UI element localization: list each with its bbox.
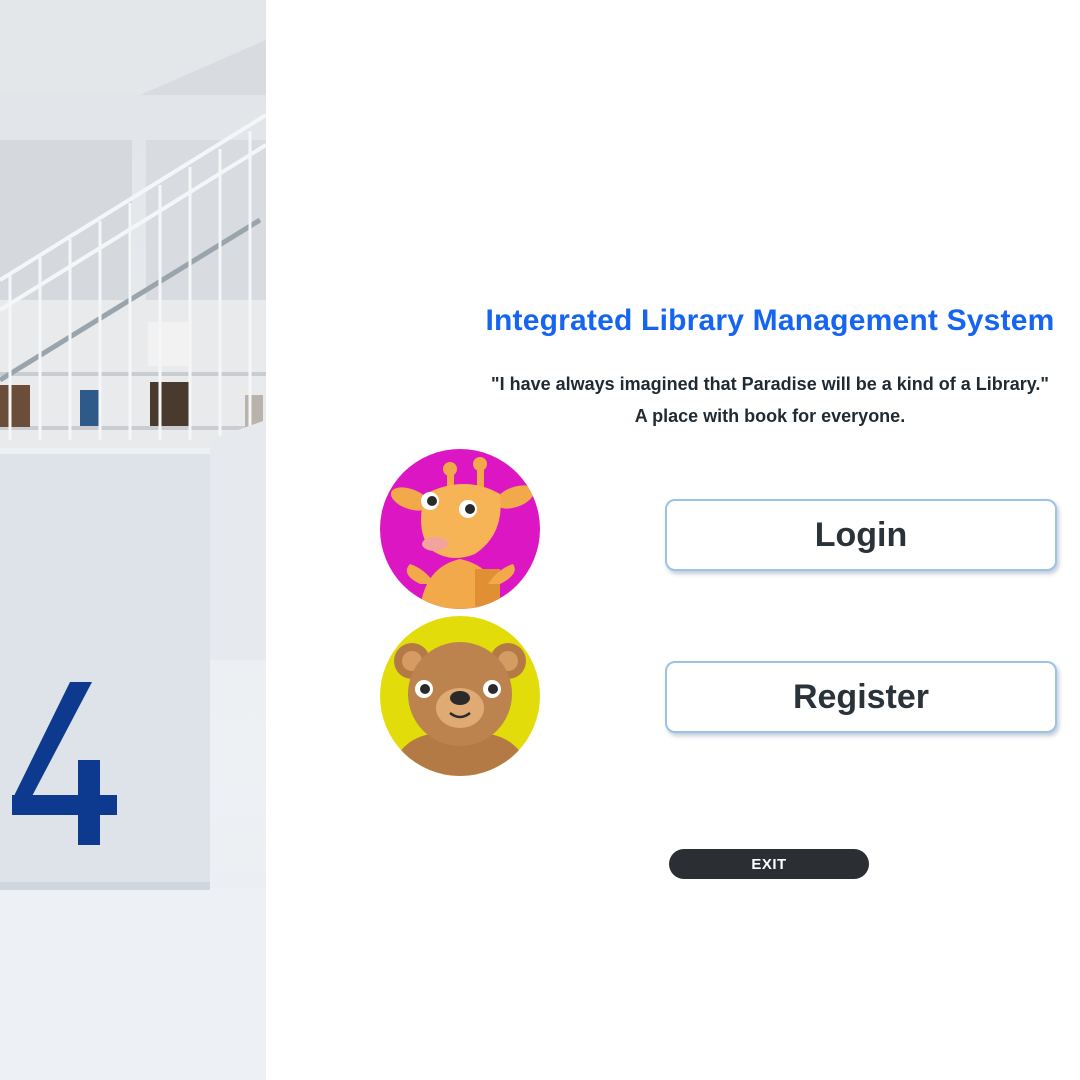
quote-line-2: A place with book for everyone. (634, 406, 906, 426)
giraffe-avatar (380, 449, 540, 609)
bear-avatar (380, 616, 540, 776)
quote-line-1: "I have always imagined that Paradise wi… (491, 374, 1049, 394)
register-button[interactable]: Register (665, 661, 1057, 733)
library-photo (0, 0, 266, 1080)
exit-button[interactable]: EXIT (669, 849, 869, 879)
bear-icon (390, 642, 530, 776)
quote: "I have always imagined that Paradise wi… (470, 368, 1070, 432)
login-button[interactable]: Login (665, 499, 1057, 571)
library-staircase-illustration (0, 0, 266, 1080)
giraffe-icon (390, 457, 535, 609)
app-title: Integrated Library Management System (485, 304, 1055, 337)
